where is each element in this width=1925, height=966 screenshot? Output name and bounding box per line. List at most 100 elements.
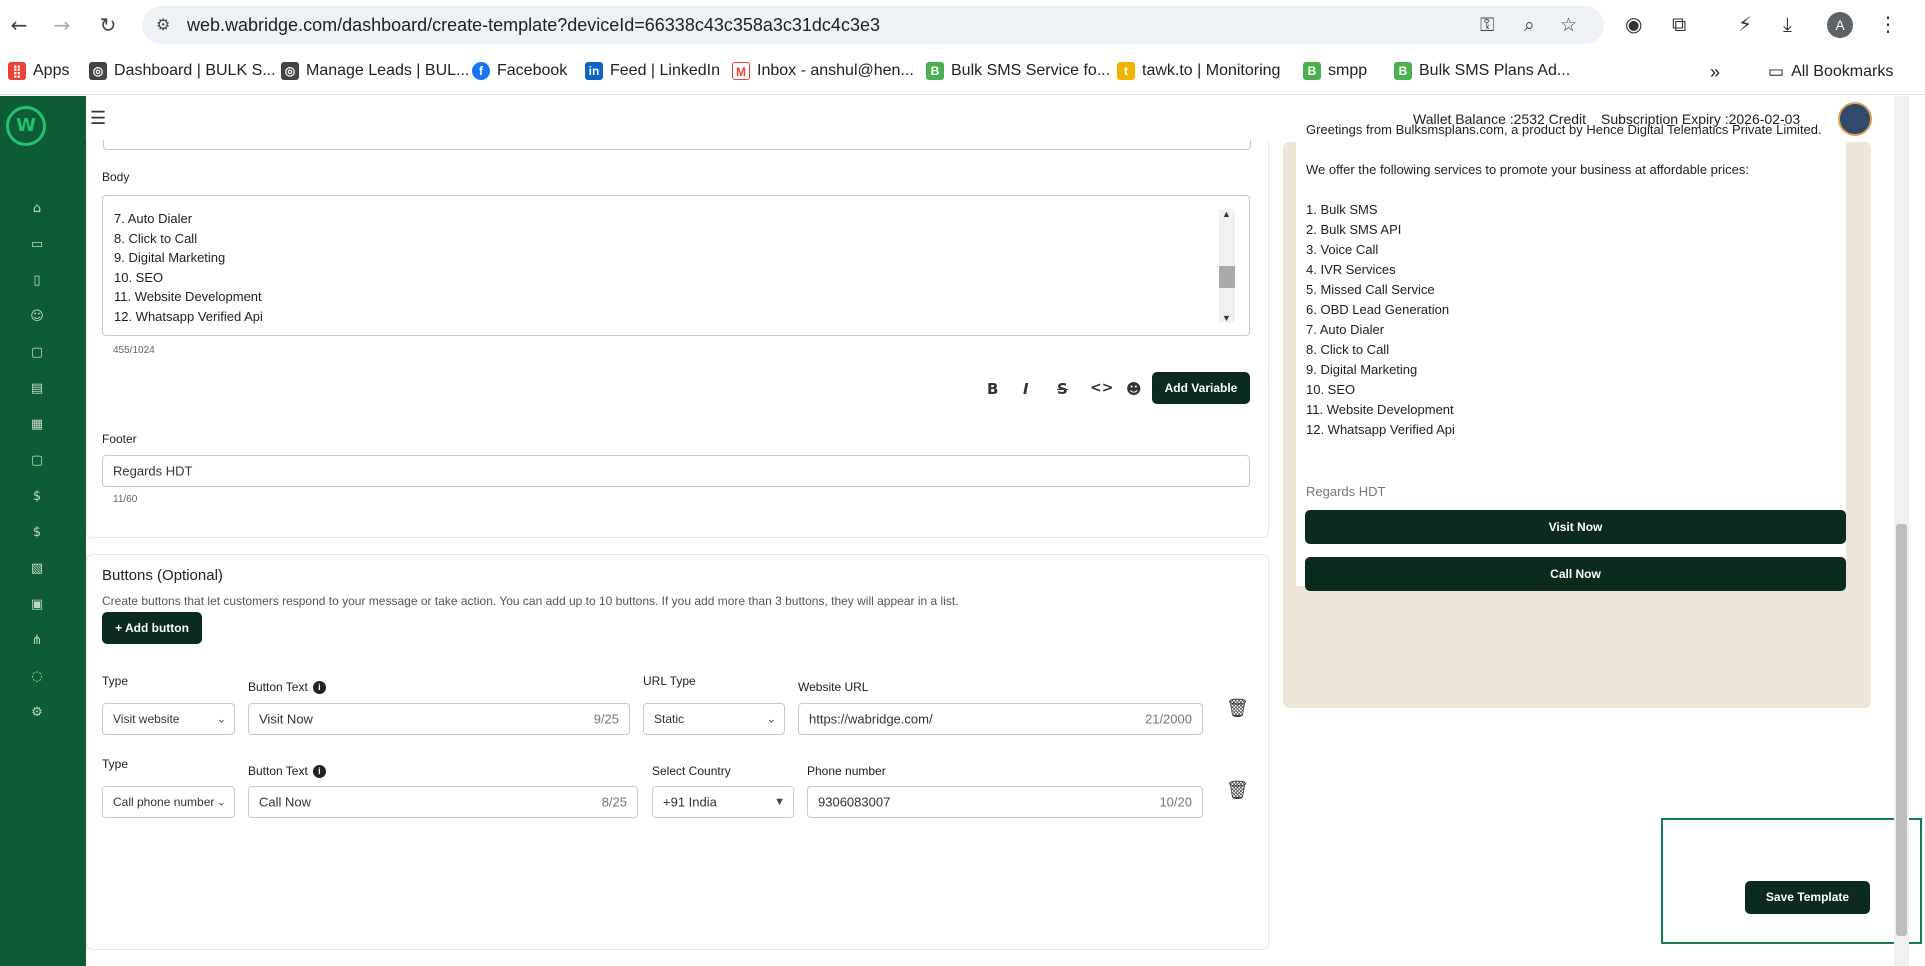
bookmark-bulk-sms-service[interactable]: B Bulk SMS Service fo... (926, 62, 1110, 80)
preview-footer: Regards HDT (1306, 484, 1386, 499)
download-icon[interactable]: ⤓ (1783, 12, 1792, 36)
delete-row2-icon[interactable]: 🗑 (1226, 780, 1249, 801)
zoom-icon[interactable]: ⌕ (1524, 14, 1535, 36)
row1-url-type-select[interactable]: Static ⌄ (643, 703, 785, 735)
dollar-icon[interactable]: $ (28, 488, 46, 506)
back-icon[interactable]: ← (7, 13, 31, 37)
preview-visit-now-button: Visit Now (1305, 510, 1846, 544)
caret-down-icon: ▼ (774, 796, 785, 808)
info-icon[interactable]: i (312, 765, 326, 779)
bookmark-smpp[interactable]: Bsmpp (1303, 62, 1367, 80)
bookmark-dashboard[interactable]: ◎ Dashboard | BULK S... (89, 62, 276, 80)
campaign-icon[interactable]: ▤ (28, 380, 46, 398)
scroll-down-icon[interactable]: ▼ (1222, 313, 1231, 323)
row1-type-select[interactable]: Visit website ⌄ (102, 703, 235, 735)
bookmark-facebook[interactable]: f Facebook (472, 62, 567, 80)
row2-country-label: Select Country (652, 764, 731, 778)
buttons-card (86, 554, 1269, 950)
site-settings-icon[interactable]: ⚙ (156, 15, 170, 35)
browser-toolbar: ← → ↻ ⚙ web.wabridge.com/dashboard/creat… (0, 0, 1925, 50)
reload-icon[interactable]: ↻ (96, 13, 120, 37)
info-icon[interactable]: i (312, 681, 326, 695)
footer-input[interactable]: Regards HDT (102, 455, 1250, 487)
grid-icon[interactable]: ▦ (28, 416, 46, 434)
bookmark-linkedin[interactable]: in Feed | LinkedIn (585, 62, 720, 80)
support-icon[interactable]: ◌ (28, 668, 46, 686)
code-icon[interactable]: <> (1090, 380, 1113, 396)
apps-grid-icon: ⣿ (8, 62, 26, 80)
chevron-down-icon: ⌄ (766, 713, 776, 726)
forward-icon[interactable]: → (50, 13, 74, 37)
performance-icon[interactable]: ⚡ (1738, 12, 1752, 36)
preview-call-now-button: Call Now (1305, 557, 1846, 591)
save-template-button[interactable]: Save Template (1745, 881, 1870, 914)
body-text: 7. Auto Dialer 8. Click to Call 9. Digit… (114, 211, 263, 324)
bulksms-icon: B (1394, 62, 1412, 80)
bulksms-icon: B (1303, 62, 1321, 80)
footer-char-count: 11/60 (113, 494, 138, 505)
row1-website-url-label: Website URL (798, 680, 869, 694)
address-bar[interactable]: ⚙ web.wabridge.com/dashboard/create-temp… (142, 6, 1604, 44)
gmail-icon: M (732, 62, 750, 80)
wabridge-logo: W (6, 106, 46, 146)
row2-country-select[interactable]: +91 India ▼ (652, 786, 794, 818)
chat-icon[interactable]: ▢ (28, 452, 46, 470)
users-icon[interactable]: ☺ (28, 308, 46, 326)
menu-icon[interactable]: ⋮ (1878, 12, 1898, 36)
facebook-icon: f (472, 62, 490, 80)
extension-icon[interactable]: ◉ (1625, 12, 1642, 36)
body-scrollbar[interactable]: ▲ ▼ (1219, 209, 1235, 323)
star-icon[interactable]: ☆ (1560, 14, 1577, 36)
pdf-icon[interactable]: ▧ (28, 560, 46, 578)
hamburger-icon[interactable]: ☰ (90, 108, 106, 129)
bookmarks-overflow-button[interactable]: » (1710, 62, 1720, 83)
tawk-icon: t (1117, 62, 1135, 80)
body-char-count: 455/1024 (113, 345, 155, 356)
devices-icon[interactable]: ▭ (28, 236, 46, 254)
bookmark-inbox[interactable]: M Inbox - anshul@hen... (732, 62, 914, 80)
message-icon[interactable]: ▢ (28, 344, 46, 362)
folder-icon: ▭ (1768, 62, 1785, 81)
bold-icon[interactable]: B (987, 380, 998, 398)
row1-website-url-input[interactable]: https://wabridge.com/21/2000 (798, 703, 1203, 735)
page-scrollbar[interactable] (1894, 96, 1909, 966)
chevron-down-icon: ⌄ (216, 713, 226, 726)
all-bookmarks-button[interactable]: ▭ All Bookmarks (1768, 62, 1893, 82)
italic-icon[interactable]: I (1023, 380, 1029, 398)
page-scrollbar-thumb[interactable] (1896, 524, 1907, 936)
buttons-title: Buttons (Optional) (102, 567, 223, 584)
body-scrollbar-thumb[interactable] (1219, 266, 1235, 288)
row2-button-text-input[interactable]: Call Now 8/25 (248, 786, 638, 818)
puzzle-icon[interactable]: ⧉ (1672, 12, 1686, 36)
bookmark-tawk[interactable]: t tawk.to | Monitoring (1117, 62, 1280, 80)
phone-icon[interactable]: ▯ (28, 272, 46, 290)
row2-phone-input[interactable]: 9306083007 10/20 (807, 786, 1203, 818)
bulksms-icon: B (926, 62, 944, 80)
home-icon[interactable]: ⌂ (28, 200, 46, 218)
profile-avatar[interactable]: A (1827, 12, 1853, 38)
bookmark-apps[interactable]: ⣿ Apps (8, 62, 69, 80)
bookmark-manage-leads[interactable]: ◎ Manage Leads | BUL... (281, 62, 469, 80)
delete-row1-icon[interactable]: 🗑 (1226, 698, 1249, 719)
body-textarea[interactable]: 7. Auto Dialer 8. Click to Call 9. Digit… (102, 195, 1250, 336)
flow-icon[interactable]: ⋔ (28, 632, 46, 650)
globe-icon: ◎ (281, 62, 299, 80)
row1-button-text-label: Button Text i (248, 680, 326, 695)
row2-button-text-label: Button Text i (248, 764, 326, 779)
url-text: web.wabridge.com/dashboard/create-templa… (187, 15, 880, 35)
header-field-edge (103, 140, 1251, 150)
add-button[interactable]: + Add button (102, 612, 202, 644)
add-variable-button[interactable]: Add Variable (1152, 372, 1250, 404)
emoji-icon[interactable]: ☻ (1126, 380, 1142, 398)
body-label: Body (102, 170, 130, 184)
row1-button-text-input[interactable]: Visit Now 9/25 (248, 703, 630, 735)
row2-type-label: Type (102, 757, 129, 771)
bookmark-bulk-sms-plans[interactable]: B Bulk SMS Plans Ad... (1394, 62, 1570, 80)
billing-icon[interactable]: $ (28, 524, 46, 542)
settings-icon[interactable]: ⚙ (28, 704, 46, 722)
ticket-icon[interactable]: ▣ (28, 596, 46, 614)
row2-type-select[interactable]: Call phone number ⌄ (102, 786, 235, 818)
scroll-up-icon[interactable]: ▲ (1222, 209, 1231, 219)
strikethrough-icon[interactable]: S (1057, 380, 1068, 398)
key-icon[interactable]: ⚿ (1480, 14, 1494, 36)
